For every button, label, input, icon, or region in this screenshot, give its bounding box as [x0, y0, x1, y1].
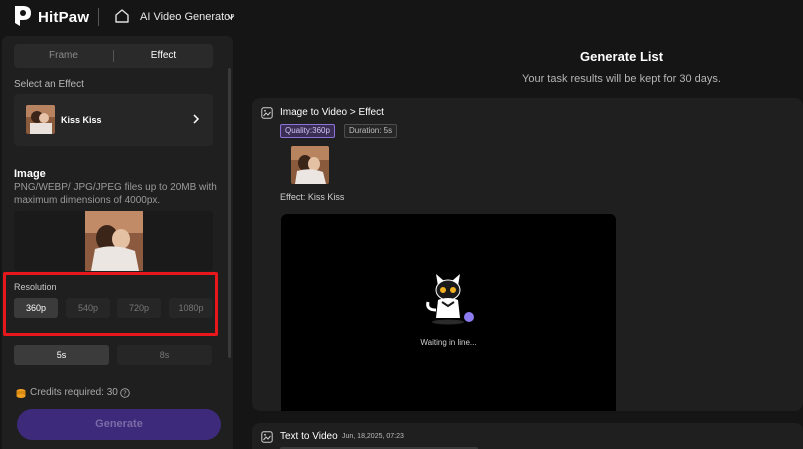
- effect-name: Kiss Kiss: [61, 115, 102, 125]
- duration-5s-button[interactable]: 5s: [14, 345, 109, 365]
- uploaded-image: [85, 211, 143, 271]
- mode-tabs: Frame Effect: [14, 44, 213, 68]
- top-bar: HitPaw AI Video Generator: [0, 0, 803, 36]
- effect-thumbnail: [26, 105, 55, 134]
- duration-options: 5s 8s: [14, 345, 213, 365]
- generate-button[interactable]: Generate: [17, 409, 221, 440]
- image-section-title: Image: [14, 168, 46, 180]
- video-preview: Waiting in line...: [281, 214, 616, 411]
- task-thumbnail: [291, 146, 329, 184]
- home-icon[interactable]: [114, 8, 130, 24]
- image-upload-area[interactable]: [14, 211, 213, 271]
- generate-list-subtitle: Your task results will be kept for 30 da…: [522, 73, 721, 85]
- tab-effect[interactable]: Effect: [114, 44, 213, 68]
- task-effect-label: Effect: Kiss Kiss: [280, 192, 345, 202]
- divider: [98, 8, 99, 26]
- tab-frame[interactable]: Frame: [14, 44, 113, 68]
- quality-tag: Quality:360p: [280, 124, 335, 138]
- duration-8s-button[interactable]: 8s: [117, 345, 212, 365]
- credits-text: Credits required: 30: [30, 387, 118, 398]
- task-title: Text to Video: [280, 431, 338, 442]
- effect-selector[interactable]: Kiss Kiss: [14, 94, 213, 146]
- app-title-dropdown[interactable]: AI Video Generator: [140, 11, 234, 23]
- chevron-down-icon[interactable]: [227, 13, 235, 21]
- task-title: Image to Video > Effect: [280, 107, 384, 118]
- task-card: Image to Video > Effect Quality:360p Dur…: [252, 98, 803, 411]
- help-icon[interactable]: ?: [120, 388, 130, 398]
- svg-text:?: ?: [123, 390, 127, 398]
- panel-scrollbar[interactable]: [228, 68, 231, 358]
- hitpaw-logo-icon[interactable]: [13, 5, 33, 27]
- image-requirements: PNG/WEBP/ JPG/JPEG files up to 20MB with…: [14, 182, 217, 206]
- coin-icon: [16, 389, 26, 398]
- resolution-highlight-box: [3, 272, 218, 336]
- logo-text[interactable]: HitPaw: [38, 9, 89, 26]
- duration-tag: Duration: 5s: [344, 124, 398, 138]
- image-to-video-icon: [261, 107, 273, 119]
- text-to-video-icon: [261, 431, 273, 443]
- waiting-cat-mascot-icon: [426, 274, 474, 325]
- select-effect-label: Select an Effect: [14, 79, 84, 90]
- task-date: Jun, 18,2025, 07:23: [342, 433, 404, 440]
- settings-panel: Frame Effect Select an Effect Kiss Kiss …: [2, 36, 233, 449]
- generate-list-title: Generate List: [580, 49, 664, 64]
- waiting-status: Waiting in line...: [420, 338, 477, 347]
- chevron-right-icon[interactable]: [192, 114, 200, 124]
- task-card: Text to Video Jun, 18,2025, 07:23: [252, 423, 803, 449]
